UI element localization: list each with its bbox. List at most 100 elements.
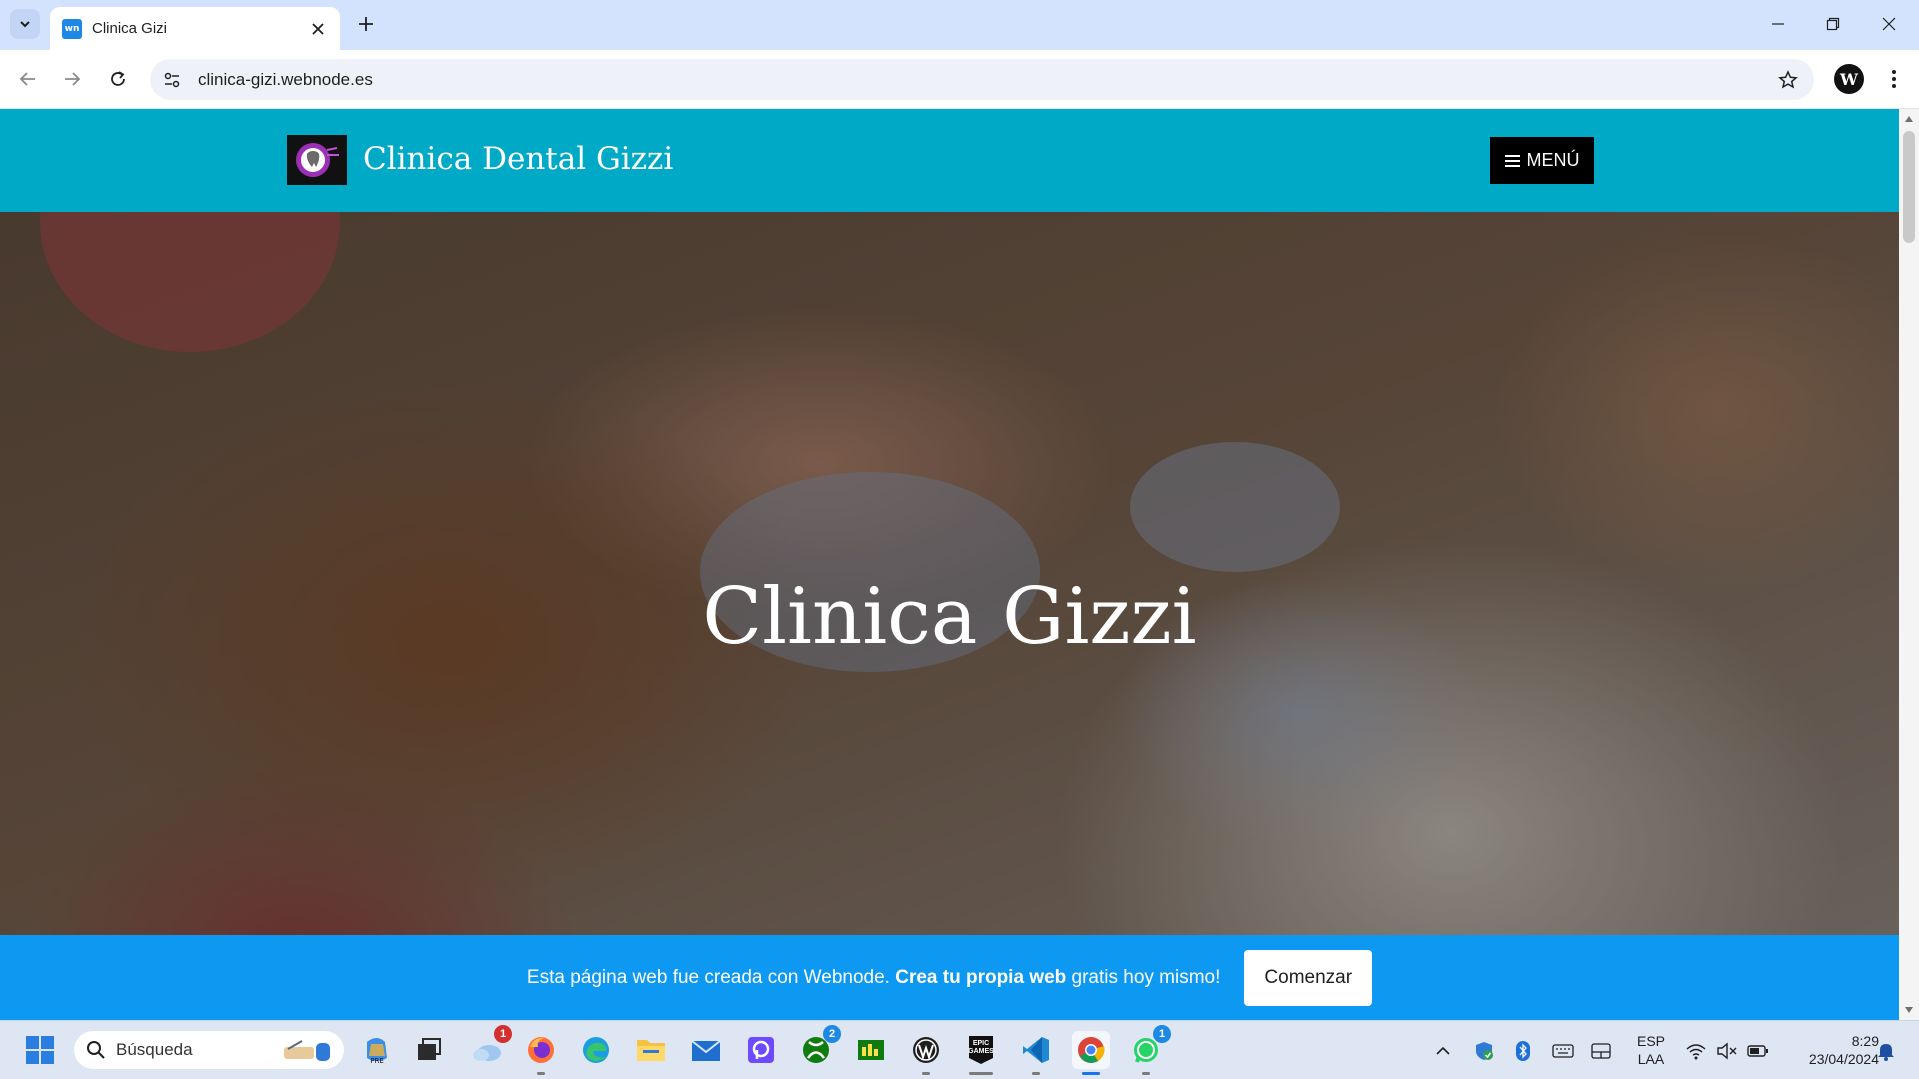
tab-close-button[interactable] [308,19,328,39]
chevron-down-icon [20,21,30,28]
hero-photo-glove-shape-2 [1130,442,1340,572]
start-button[interactable] [21,1031,59,1069]
tray-display[interactable] [1589,1039,1613,1063]
taskbar-app-task-view[interactable] [410,1031,448,1069]
menu-button[interactable]: MENÚ [1490,137,1594,184]
running-indicator [969,1072,993,1075]
arrow-right-icon [65,72,81,86]
taskbar-app-game-pass[interactable] [852,1031,890,1069]
active-indicator [1082,1072,1100,1075]
address-bar[interactable]: clinica-gizi.webnode.es [150,59,1814,100]
battery-icon [1747,1045,1768,1057]
taskbar-app-copilot[interactable]: PRE [358,1031,396,1069]
scroll-down-button[interactable] [1899,1002,1919,1018]
running-indicator [537,1072,545,1075]
keyboard-icon [1552,1044,1574,1058]
site-name[interactable]: Clinica Dental Gizzi [363,141,673,177]
search-placeholder: Búsqueda [116,1040,193,1059]
tray-wifi[interactable] [1684,1039,1708,1063]
taskbar-app-chrome[interactable] [1072,1031,1110,1075]
star-icon [1778,69,1798,89]
scroll-up-button[interactable] [1899,111,1919,127]
triangle-down-icon [1905,1007,1913,1013]
tune-icon [164,72,180,87]
language-indicator[interactable]: ESP LAA [1633,1032,1669,1068]
forward-button[interactable] [58,65,86,93]
banner-text-2: gratis hoy mismo! [1071,966,1221,988]
hero-section: Clinica Gizzi [0,212,1899,1020]
epic-games-label: EPIC GAMES [968,1040,994,1055]
clock[interactable]: 8:29 23/04/2024 [1783,1032,1879,1068]
close-window-button[interactable] [1877,12,1901,36]
taskbar-app-wordpress[interactable] [907,1031,945,1075]
tooth-logo-icon [296,143,339,177]
taskbar-app-whatsapp[interactable]: 1 [1127,1025,1171,1075]
taskbar-app-file-explorer[interactable] [632,1031,670,1069]
more-vert-icon [1892,70,1896,88]
page-scrollbar[interactable] [1899,109,1919,1020]
profile-avatar[interactable]: W [1834,64,1864,94]
new-tab-button[interactable] [354,12,378,36]
tray-security[interactable] [1472,1039,1496,1063]
minimize-icon [1772,23,1784,25]
tab-strip: wn Clinica Gizi [0,0,1919,50]
chrome-icon [1078,1037,1105,1063]
tray-volume[interactable] [1715,1039,1739,1063]
minimize-button[interactable] [1766,12,1790,36]
keyboard-layout: LAA [1637,1051,1665,1067]
copilot-icon: PRE [367,1038,387,1065]
show-hidden-icons-button[interactable] [1431,1039,1455,1063]
wifi-icon [1686,1044,1706,1060]
tray-battery[interactable] [1746,1039,1770,1063]
taskbar-app-epic-games[interactable]: EPIC GAMES [962,1031,1000,1075]
webnode-banner: Esta página web fue creada con Webnode. … [0,935,1899,1020]
bookmark-button[interactable] [1774,66,1802,94]
taskbar: Búsqueda PRE 1 2 EPIC GAMES 1 ESP LAA 8:… [0,1020,1919,1079]
reload-icon [111,71,125,86]
tray-keyboard[interactable] [1551,1039,1575,1063]
site-info-button[interactable] [158,66,186,94]
taskbar-app-firefox[interactable] [522,1031,560,1075]
reload-button[interactable] [104,65,132,93]
scroll-thumb[interactable] [1903,131,1915,243]
webnode-favicon-icon: wn [62,18,82,39]
restore-button[interactable] [1821,12,1845,36]
tray-bluetooth[interactable] [1511,1039,1535,1063]
taskbar-app-weather[interactable]: 1 [468,1025,512,1069]
taskbar-app-mail[interactable] [687,1031,725,1069]
close-icon [1882,17,1896,31]
tab-search-button[interactable] [10,9,40,39]
firefox-icon [528,1037,554,1063]
windows-logo-icon [26,1036,54,1064]
arrow-left-icon [19,72,35,86]
clock-date: 23/04/2024 [1808,1051,1879,1067]
banner-message: Esta página web fue creada con Webnode. … [527,967,1220,989]
taskbar-app-proton[interactable] [742,1031,780,1069]
banner-text-bold[interactable]: Crea tu propia web [895,967,1066,988]
notifications-button[interactable] [1874,1039,1898,1063]
svg-text:PRE: PRE [370,1057,384,1065]
start-button[interactable]: Comenzar [1244,949,1373,1006]
display-icon [1591,1043,1611,1059]
taskbar-search[interactable]: Búsqueda [74,1031,344,1069]
page-viewport: Clinica Dental Gizzi MENÚ Clinica Gizzi … [0,109,1899,1020]
active-tab[interactable]: wn Clinica Gizi [50,7,340,50]
url-text[interactable]: clinica-gizi.webnode.es [198,70,1774,90]
proton-icon [748,1037,774,1063]
browser-menu-button[interactable] [1880,65,1908,93]
taskbar-app-vscode[interactable] [1017,1031,1055,1075]
whatsapp-badge: 1 [1153,1025,1171,1043]
shield-check-icon [1476,1042,1493,1060]
taskbar-app-edge[interactable] [577,1031,615,1069]
edge-icon [583,1037,609,1063]
triangle-up-icon [1905,116,1913,122]
running-indicator [1142,1072,1150,1075]
language-code: ESP [1636,1033,1665,1049]
tab-title: Clinica Gizi [92,20,168,37]
vscode-icon [1023,1037,1049,1063]
taskbar-app-xbox[interactable]: 2 [797,1025,841,1069]
task-view-icon [418,1038,441,1060]
site-logo[interactable] [287,135,347,185]
close-icon [312,22,324,35]
back-button[interactable] [14,65,42,93]
